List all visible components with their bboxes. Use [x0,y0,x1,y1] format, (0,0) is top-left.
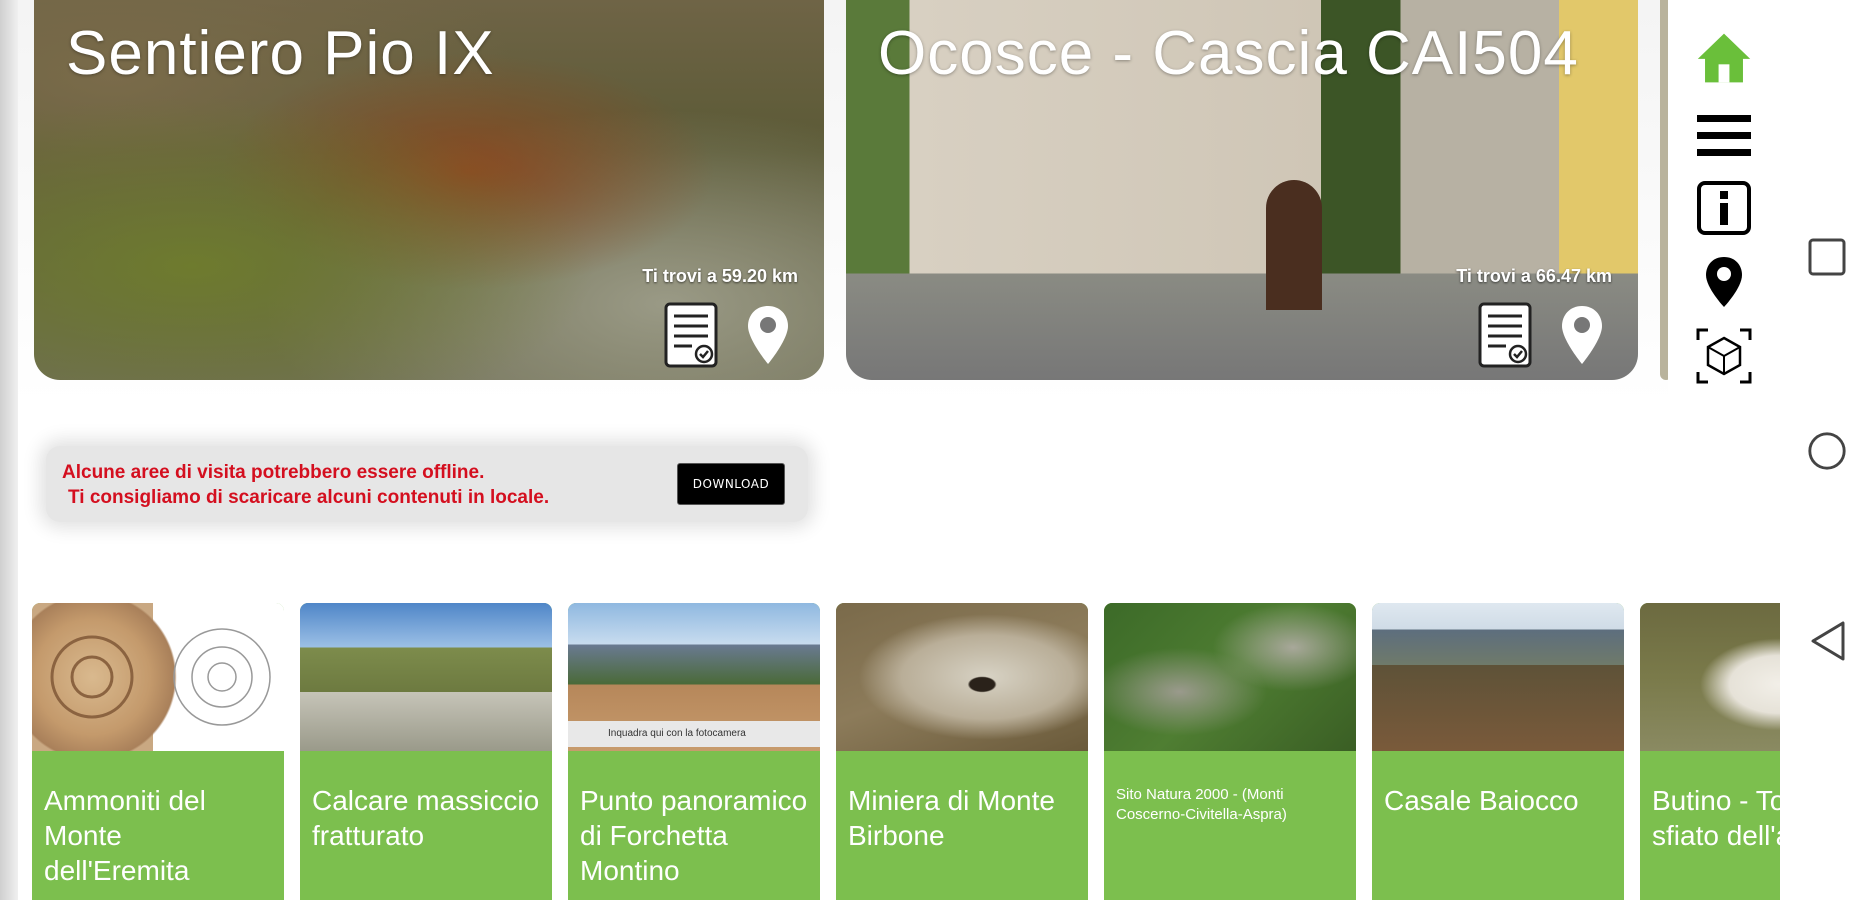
poi-tile-sito-natura[interactable]: Sito Natura 2000 - (Monti Coscerno-Civit… [1104,603,1356,900]
poi-caption: Butino - Torretta sfiato dell'acq [1640,751,1780,900]
trail-card-sentiero-pio-ix[interactable]: Sentiero Pio IX Ti trovi a 59.20 km [34,0,824,380]
card-title: Sentiero Pio IX [66,19,495,88]
card-title: Ocosce - Cascia CAI504 [878,19,1579,88]
poi-tile-casale-baiocco[interactable]: Casale Baiocco [1372,603,1624,900]
offline-message: Alcune aree di visita potrebbero essere … [62,462,550,508]
ar-icon[interactable] [1696,328,1752,384]
card-distance: Ti trovi a 66.47 km [1456,266,1612,286]
poi-tile-miniera[interactable]: Miniera di Monte Birbone [836,603,1088,900]
poi-caption: Sito Natura 2000 - (Monti Coscerno-Civit… [1104,751,1356,900]
poi-image [1372,603,1624,751]
home-icon[interactable] [1696,30,1752,86]
trail-card-ocosce-cascia[interactable]: Ocosce - Cascia CAI504 Ti trovi a 66.47 … [846,0,1638,380]
download-button[interactable]: DOWNLOAD [677,463,785,505]
poi-caption: Calcare massiccio fratturato [300,751,552,900]
poi-image-overlay-text: Inquadra qui con la fotocamera [568,721,820,747]
poi-image [300,603,552,751]
system-navigation-bar [1780,0,1873,900]
poi-image [836,603,1088,751]
app-screen: Sentiero Pio IX Ti trovi a 59.20 km Ocos… [0,0,1780,900]
poi-image [32,603,284,751]
previous-card-edge [0,0,18,900]
document-check-icon[interactable] [664,302,718,368]
poi-caption: Miniera di Monte Birbone [836,751,1088,900]
poi-caption: Casale Baiocco [1372,751,1624,900]
poi-image [1104,603,1356,751]
side-menu [1668,0,1780,416]
offline-banner: Alcune aree di visita potrebbero essere … [46,446,808,522]
document-check-icon[interactable] [1478,302,1532,368]
poi-caption: Ammoniti del Monte dell'Eremita [32,751,284,900]
poi-tile-butino[interactable]: Butino - Torretta sfiato dell'acq [1640,603,1780,900]
card-distance: Ti trovi a 59.20 km [642,266,798,286]
home-button[interactable] [1806,430,1848,472]
poi-tile-calcare[interactable]: Calcare massiccio fratturato [300,603,552,900]
points-of-interest-list: Ammoniti del Monte dell'Eremita Calcare … [32,603,1780,900]
map-pin-icon[interactable] [746,304,790,366]
poi-tile-ammoniti[interactable]: Ammoniti del Monte dell'Eremita [32,603,284,900]
recent-apps-button[interactable] [1806,236,1848,278]
poi-tile-punto-panoramico[interactable]: Inquadra qui con la fotocamera Punto pan… [568,603,820,900]
map-pin-icon[interactable] [1560,304,1604,366]
poi-caption: Punto panoramico di Forchetta Montino [568,751,820,900]
church-door-image [1266,180,1322,310]
hamburger-menu-icon[interactable] [1696,108,1752,164]
back-button[interactable] [1806,620,1848,662]
poi-image [1640,603,1780,751]
poi-image: Inquadra qui con la fotocamera [568,603,820,751]
location-pin-icon[interactable] [1696,254,1752,310]
info-icon[interactable] [1696,180,1752,236]
